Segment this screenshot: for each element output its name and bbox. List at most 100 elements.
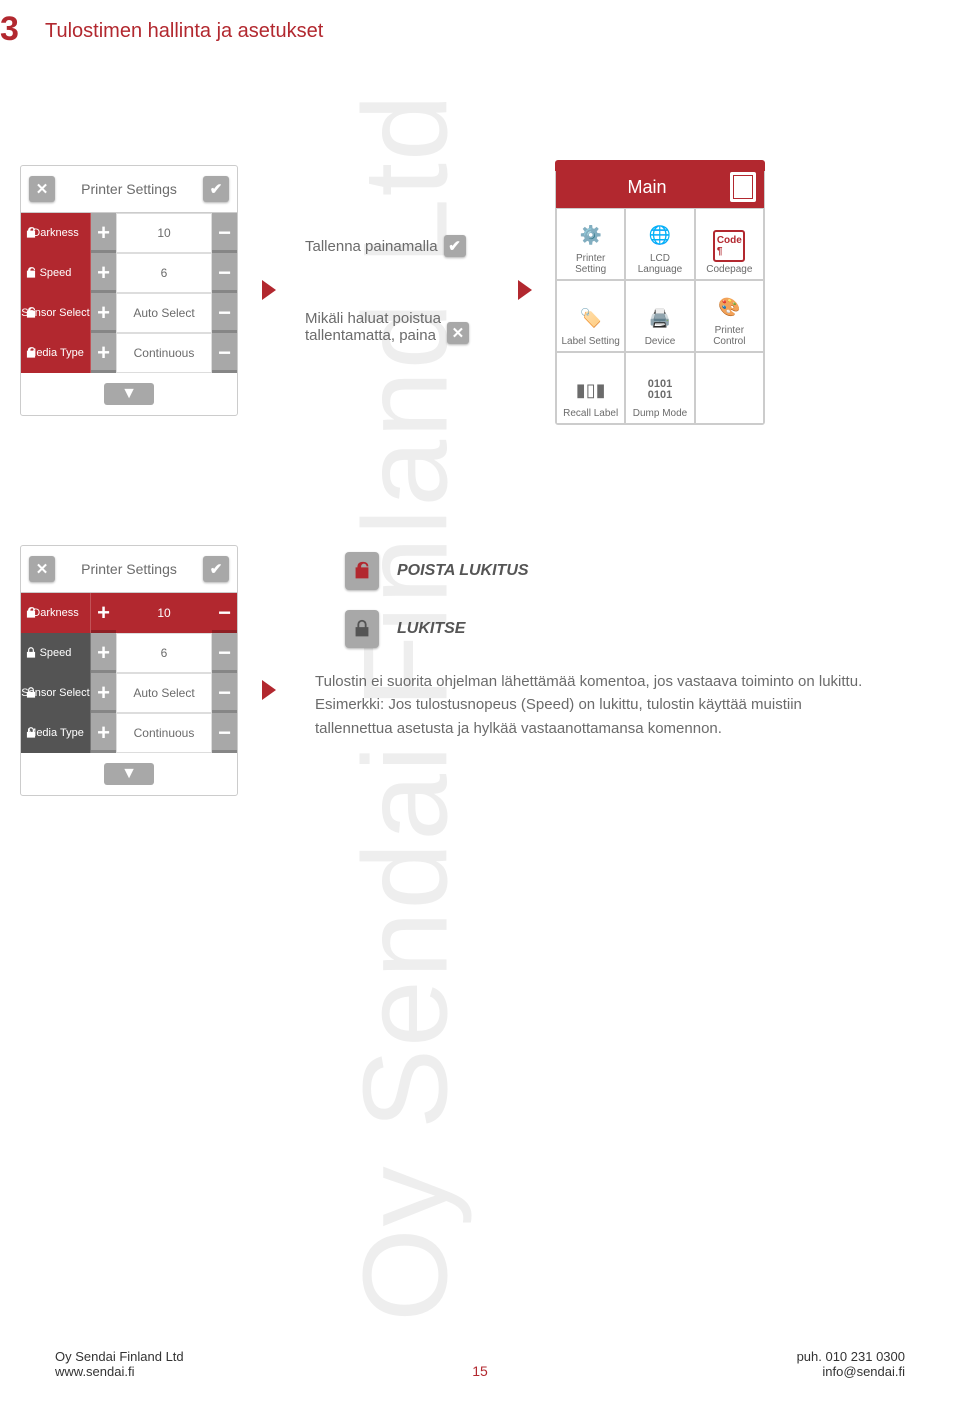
section-number: 3	[0, 10, 19, 49]
label-text: Darkness	[32, 227, 78, 239]
setting-value: 6	[116, 633, 212, 673]
panel-title: Printer Settings	[55, 561, 203, 577]
instruction-line1: Mikäli haluat poistua	[305, 310, 441, 327]
email: info@sendai.fi	[797, 1364, 905, 1379]
setting-row-sensor: Sensor Select + Auto Select −	[21, 673, 237, 713]
gear-globe-icon: ⚙️	[575, 219, 607, 251]
confirm-button[interactable]	[203, 556, 229, 582]
setting-label: Speed	[21, 633, 91, 673]
unlock-icon	[24, 226, 38, 240]
plus-button[interactable]: +	[91, 713, 116, 753]
setting-label: Media Type	[21, 333, 91, 373]
main-menu-panel: Main ⚙️Printer Setting 🌐LCD Language Cod…	[555, 165, 765, 425]
tile-dump-mode[interactable]: 01010101Dump Mode	[625, 352, 694, 424]
explanation-text: Tulostin ei suorita ohjelman lähettämää …	[315, 670, 880, 740]
lock-icon	[24, 686, 38, 700]
scroll-down-button[interactable]	[104, 383, 154, 405]
setting-row-media: Media Type + Continuous −	[21, 333, 237, 373]
scroll-down-button[interactable]	[104, 763, 154, 785]
minus-button[interactable]: −	[212, 593, 237, 633]
tile-label: Recall Label	[563, 408, 618, 419]
unlock-icon	[24, 346, 38, 360]
setting-label: Darkness	[21, 213, 91, 253]
close-button[interactable]	[29, 176, 55, 202]
printer-settings-panel-1: Printer Settings Darkness + 10 − Speed +…	[20, 165, 238, 416]
section-title: Tulostimen hallinta ja asetukset	[45, 20, 323, 43]
tile-label: Label Setting	[561, 336, 619, 347]
minus-button[interactable]: −	[212, 213, 237, 253]
arrow-right-icon	[518, 280, 532, 300]
plus-button[interactable]: +	[91, 213, 116, 253]
minus-button[interactable]: −	[212, 713, 237, 753]
page-number: 15	[472, 1363, 488, 1379]
setting-row-darkness: Darkness + 10 −	[21, 593, 237, 633]
plus-button[interactable]: +	[91, 293, 116, 333]
instruction-text: Tallenna painamalla	[305, 238, 438, 255]
tile-label: LCD Language	[630, 253, 689, 275]
footer-right: puh. 010 231 0300 info@sendai.fi	[797, 1349, 905, 1379]
save-instruction: Tallenna painamalla	[305, 235, 466, 257]
instruction-line2: tallentamatta, paina	[305, 327, 441, 344]
page-footer: Oy Sendai Finland Ltd www.sendai.fi 15 p…	[0, 1349, 960, 1379]
minus-button[interactable]: −	[212, 673, 237, 713]
setting-value: 10	[116, 213, 212, 253]
tile-lcd-language[interactable]: 🌐LCD Language	[625, 208, 694, 280]
minus-button[interactable]: −	[212, 253, 237, 293]
panel-footer	[21, 373, 237, 415]
tile-printer-setting[interactable]: ⚙️Printer Setting	[556, 208, 625, 280]
setting-value: 6	[116, 253, 212, 293]
close-button[interactable]	[29, 556, 55, 582]
setting-row-speed: Speed + 6 −	[21, 633, 237, 673]
setting-value: Auto Select	[116, 673, 212, 713]
setting-row-darkness: Darkness + 10 −	[21, 213, 237, 253]
setting-label: Media Type	[21, 713, 91, 753]
lock-icon	[24, 726, 38, 740]
confirm-button[interactable]	[203, 176, 229, 202]
website: www.sendai.fi	[55, 1364, 184, 1379]
setting-value: 10	[116, 593, 212, 633]
plus-button[interactable]: +	[91, 673, 116, 713]
tile-label: Printer Setting	[561, 253, 620, 275]
setting-label: Darkness	[21, 593, 91, 633]
tile-label: Codepage	[706, 264, 752, 275]
lock-card	[345, 610, 379, 648]
unlock-icon	[24, 306, 38, 320]
cancel-instruction: Mikäli haluat poistua tallentamatta, pai…	[305, 310, 469, 344]
tile-label: Device	[645, 336, 676, 347]
label-text: Speed	[40, 647, 72, 659]
minus-button[interactable]: −	[212, 333, 237, 373]
minus-button[interactable]: −	[212, 293, 237, 333]
setting-value: Auto Select	[116, 293, 212, 333]
plus-button[interactable]: +	[91, 633, 116, 673]
minus-button[interactable]: −	[212, 633, 237, 673]
globe-icon: 🌐	[644, 219, 676, 251]
tile-device[interactable]: 🖨️Device	[625, 280, 694, 352]
panel-footer	[21, 753, 237, 795]
tile-label: Printer Control	[700, 325, 759, 347]
setting-value: Continuous	[116, 713, 212, 753]
tile-codepage[interactable]: Code¶ Codepage	[695, 208, 764, 280]
code-icon: Code¶	[713, 230, 745, 262]
lock-label: LUKITSE	[397, 620, 465, 638]
panel-header: Printer Settings	[21, 166, 237, 213]
tile-label-setting[interactable]: 🏷️ Label Setting	[556, 280, 625, 352]
arrow-right-icon	[262, 280, 276, 300]
color-wheel-icon: 🎨	[713, 291, 745, 323]
barcode-icon: 🏷️	[575, 302, 607, 334]
setting-label: Sensor Select	[21, 673, 91, 713]
setting-value: Continuous	[116, 333, 212, 373]
main-title: Main	[564, 177, 730, 198]
plus-button[interactable]: +	[91, 593, 116, 633]
tile-recall-label[interactable]: ▮▯▮Recall Label	[556, 352, 625, 424]
setting-row-sensor: Sensor Select + Auto Select −	[21, 293, 237, 333]
unlock-icon	[24, 266, 38, 280]
plus-button[interactable]: +	[91, 333, 116, 373]
lock-indicator: LUKITSE	[345, 610, 465, 648]
main-tiles: ⚙️Printer Setting 🌐LCD Language Code¶Cod…	[556, 208, 764, 424]
setting-label: Speed	[21, 253, 91, 293]
tile-label: Dump Mode	[633, 408, 687, 419]
plus-button[interactable]: +	[91, 253, 116, 293]
unlock-icon	[24, 606, 38, 620]
tile-printer-control[interactable]: 🎨Printer Control	[695, 280, 764, 352]
printer-icon	[730, 172, 756, 202]
